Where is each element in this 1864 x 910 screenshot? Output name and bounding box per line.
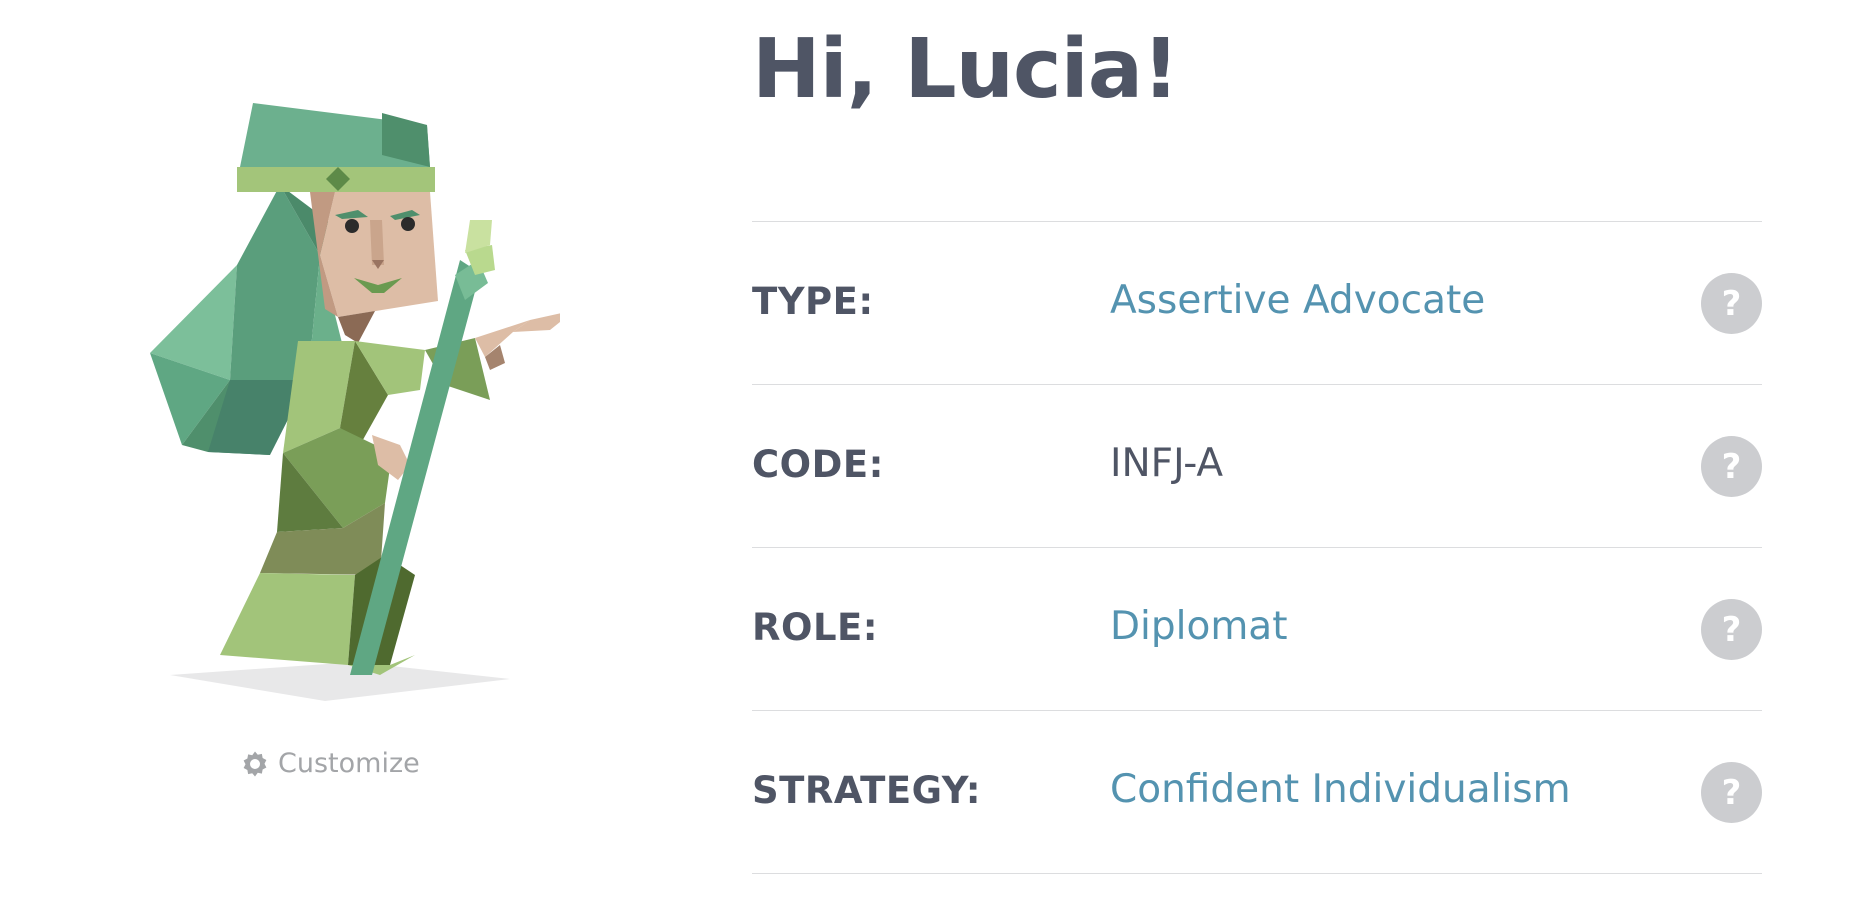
row-label-strategy: STRATEGY: [752, 769, 982, 812]
help-icon-code[interactable]: ? [1701, 436, 1762, 497]
row-code: CODE: INFJ-A ? [752, 385, 1762, 548]
profile-table: TYPE: Assertive Advocate ? CODE: INFJ-A … [752, 221, 1762, 874]
role-value-link[interactable]: Diplomat [1110, 604, 1288, 649]
row-strategy: STRATEGY: Confident Individualism ? [752, 711, 1762, 874]
gear-icon [243, 751, 267, 776]
row-type: TYPE: Assertive Advocate ? [752, 222, 1762, 385]
page-title: Hi, Lucia! [752, 22, 1180, 117]
type-value-link[interactable]: Assertive Advocate [1110, 278, 1485, 323]
row-label-type: TYPE: [752, 280, 874, 323]
row-label-code: CODE: [752, 443, 884, 486]
row-label-role: ROLE: [752, 606, 879, 649]
customize-button[interactable]: Customize [240, 748, 420, 779]
customize-label: Customize [278, 748, 420, 779]
help-icon-role[interactable]: ? [1701, 599, 1762, 660]
avatar-panel: Customize [0, 0, 700, 910]
help-icon-strategy[interactable]: ? [1701, 762, 1762, 823]
row-role: ROLE: Diplomat ? [752, 548, 1762, 711]
strategy-value-link[interactable]: Confident Individualism [1110, 767, 1571, 812]
code-value: INFJ-A [1110, 441, 1224, 486]
advocate-character-illustration [150, 103, 560, 701]
help-icon-type[interactable]: ? [1701, 273, 1762, 334]
